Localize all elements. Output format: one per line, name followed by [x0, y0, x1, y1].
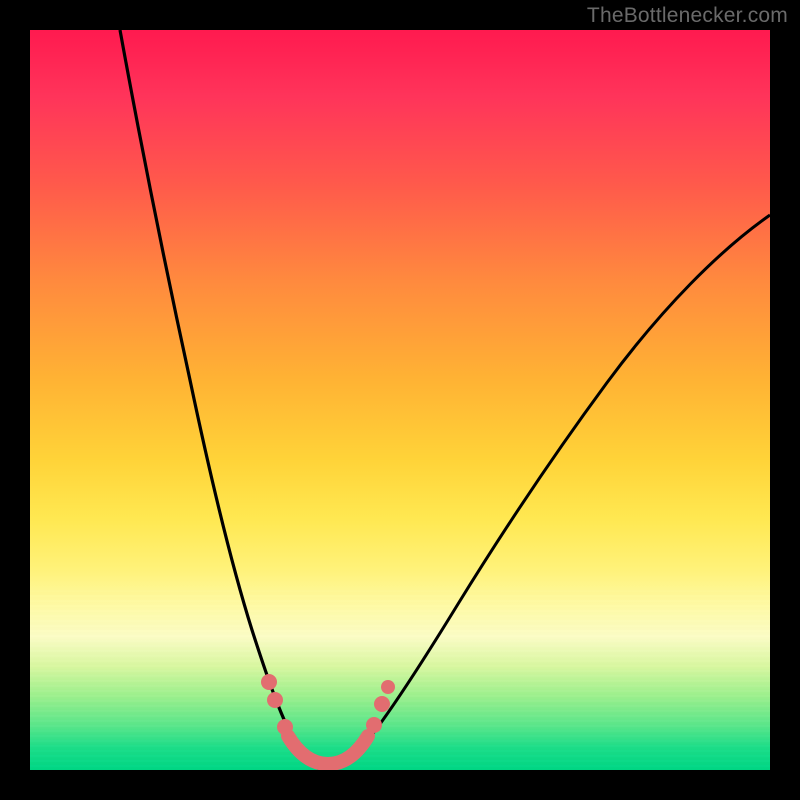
trough-dot — [374, 696, 390, 712]
trough-dot — [261, 674, 277, 690]
trough-dot — [277, 719, 293, 735]
plot-area — [30, 30, 770, 770]
chart-frame: TheBottlenecker.com — [0, 0, 800, 800]
trough-dot — [381, 680, 395, 694]
trough-dot — [366, 717, 382, 733]
curve-left-arm — [120, 30, 326, 770]
trough-dot — [267, 692, 283, 708]
trough-bridge — [288, 736, 368, 764]
curve-layer — [30, 30, 770, 770]
watermark-text: TheBottlenecker.com — [587, 4, 788, 28]
